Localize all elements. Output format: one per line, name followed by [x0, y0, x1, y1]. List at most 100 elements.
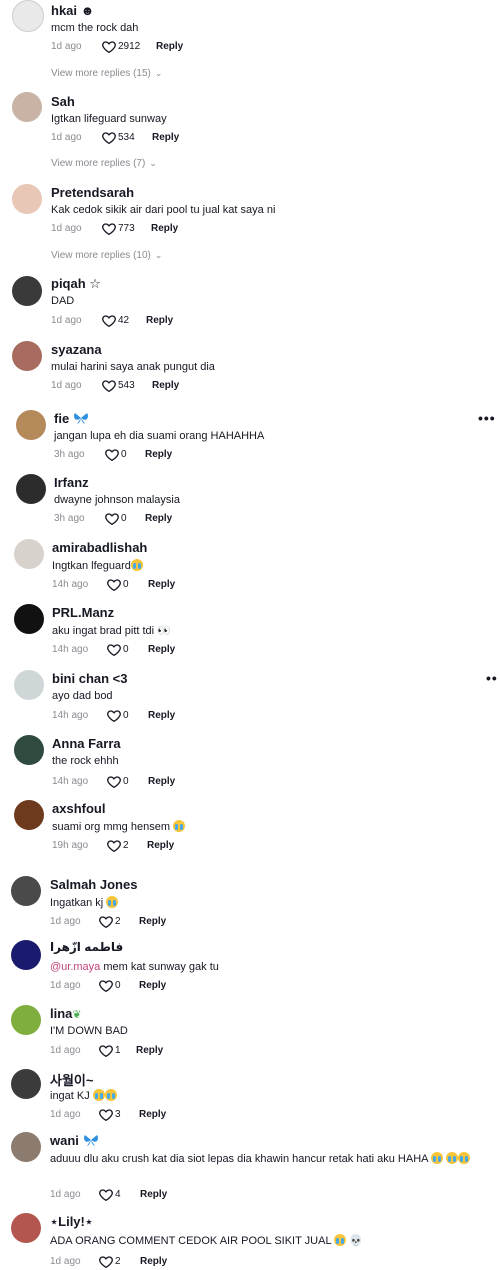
comment-text: mulai harini saya anak pungut dia [51, 361, 215, 373]
heart-icon[interactable] [101, 221, 117, 237]
comment-author[interactable]: bini chan <3 [52, 671, 128, 686]
comment-author[interactable]: Sah [51, 94, 75, 109]
heart-icon[interactable] [104, 447, 120, 463]
avatar[interactable] [11, 1005, 41, 1035]
comment-author[interactable]: Irfanz [54, 475, 89, 490]
like-count: 0 [123, 644, 129, 655]
comment-author[interactable]: hkai ☻ [51, 3, 94, 18]
heart-icon[interactable] [101, 39, 117, 55]
avatar[interactable] [11, 1069, 41, 1099]
reply-button[interactable]: Reply [139, 980, 166, 991]
comment-author[interactable]: amirabadlishah [52, 540, 147, 555]
heart-icon[interactable] [101, 130, 117, 146]
heart-icon[interactable] [98, 1107, 114, 1123]
heart-icon[interactable] [101, 378, 117, 394]
reply-button[interactable]: Reply [156, 41, 183, 52]
reply-button[interactable]: Reply [148, 710, 175, 721]
comment-author[interactable]: syazana [51, 342, 102, 357]
reply-button[interactable]: Reply [136, 1045, 163, 1056]
comment-author[interactable]: Anna Farra [52, 736, 121, 751]
reply-button[interactable]: Reply [148, 776, 175, 787]
reply-button[interactable]: Reply [152, 132, 179, 143]
comment-author[interactable]: Pretendsarah [51, 185, 134, 200]
avatar[interactable] [16, 474, 46, 504]
comment-text: Ingatkan kj [50, 896, 119, 909]
butterfly-icon [83, 1135, 98, 1146]
heart-icon[interactable] [106, 642, 122, 658]
comment-author[interactable]: fie [54, 411, 89, 426]
heart-icon[interactable] [106, 838, 122, 854]
comment-text: Ingtkan lfeguard [52, 559, 143, 572]
reply-button[interactable]: Reply [147, 840, 174, 851]
comment-time: 1d ago [50, 1256, 81, 1267]
view-more-replies[interactable]: View more replies (7) ⌄ [51, 158, 157, 169]
comment-text-label: mem kat sunway gak tu [100, 961, 219, 973]
avatar[interactable] [11, 1132, 41, 1162]
reply-button[interactable]: Reply [148, 579, 175, 590]
avatar[interactable] [14, 800, 44, 830]
mention-link[interactable]: @ur.maya [50, 961, 100, 973]
crying-emoji-icon [430, 1152, 443, 1164]
reply-button[interactable]: Reply [151, 223, 178, 234]
comment-author[interactable]: فاطمه ازّهرا [50, 940, 123, 954]
comment-meta: 14h ago 0 Reply [52, 577, 252, 593]
avatar[interactable] [12, 184, 42, 214]
more-options-icon[interactable]: ••• [478, 410, 496, 426]
heart-icon[interactable] [106, 708, 122, 724]
heart-icon[interactable] [98, 1187, 114, 1203]
avatar[interactable] [16, 410, 46, 440]
comment-author[interactable]: 사월이~ [50, 1070, 93, 1089]
view-more-replies[interactable]: View more replies (15) ⌄ [51, 68, 162, 79]
heart-icon[interactable] [98, 914, 114, 930]
comment-text: ingat KJ [50, 1089, 117, 1102]
avatar[interactable] [14, 670, 44, 700]
comment-time: 1d ago [50, 1189, 81, 1200]
avatar[interactable] [12, 341, 42, 371]
avatar[interactable] [14, 735, 44, 765]
comment-meta: 1d ago 3 Reply [50, 1107, 250, 1123]
reply-button[interactable]: Reply [145, 513, 172, 524]
avatar[interactable] [12, 276, 42, 306]
comment-time: 3h ago [54, 449, 85, 460]
more-options-icon[interactable]: •• [486, 670, 498, 686]
heart-icon[interactable] [98, 1043, 114, 1059]
comment-author[interactable]: ⋆Lily!⋆ [50, 1214, 93, 1230]
avatar[interactable] [14, 604, 44, 634]
avatar[interactable] [11, 940, 41, 970]
heart-icon[interactable] [98, 978, 114, 994]
reply-button[interactable]: Reply [148, 644, 175, 655]
heart-icon[interactable] [101, 313, 117, 329]
comment-author[interactable]: lina❦ [50, 1006, 82, 1021]
reply-button[interactable]: Reply [139, 916, 166, 927]
reply-button[interactable]: Reply [139, 1109, 166, 1120]
chevron-down-icon: ⌄ [154, 68, 163, 78]
chevron-down-icon: ⌄ [154, 250, 163, 260]
comment-time: 14h ago [52, 644, 89, 655]
view-more-replies[interactable]: View more replies (10) ⌄ [51, 250, 162, 261]
avatar[interactable] [12, 0, 44, 32]
reply-button[interactable]: Reply [146, 315, 173, 326]
reply-button[interactable]: Reply [140, 1189, 167, 1200]
comment-author[interactable]: Salmah Jones [50, 877, 137, 892]
heart-icon[interactable] [106, 577, 122, 593]
avatar[interactable] [11, 876, 41, 906]
avatar[interactable] [12, 92, 42, 122]
like-count: 4 [115, 1189, 121, 1200]
comment-time: 1d ago [51, 132, 82, 143]
heart-icon[interactable] [104, 511, 120, 527]
reply-button[interactable]: Reply [152, 380, 179, 391]
comment-time: 1d ago [51, 223, 82, 234]
comment-author[interactable]: axshfoul [52, 801, 105, 816]
avatar[interactable] [14, 539, 44, 569]
comment-meta: 1d ago 2912 Reply [51, 39, 251, 55]
comment-author[interactable]: wani [50, 1133, 99, 1148]
heart-icon[interactable] [98, 1254, 114, 1270]
reply-button[interactable]: Reply [140, 1256, 167, 1267]
reply-button[interactable]: Reply [145, 449, 172, 460]
comment-author[interactable]: PRL.Manz [52, 605, 114, 620]
like-count: 3 [115, 1109, 121, 1120]
comment-author[interactable]: piqah ☆ [51, 276, 101, 292]
like-count: 2 [115, 1256, 121, 1267]
avatar[interactable] [11, 1213, 41, 1243]
heart-icon[interactable] [106, 774, 122, 790]
